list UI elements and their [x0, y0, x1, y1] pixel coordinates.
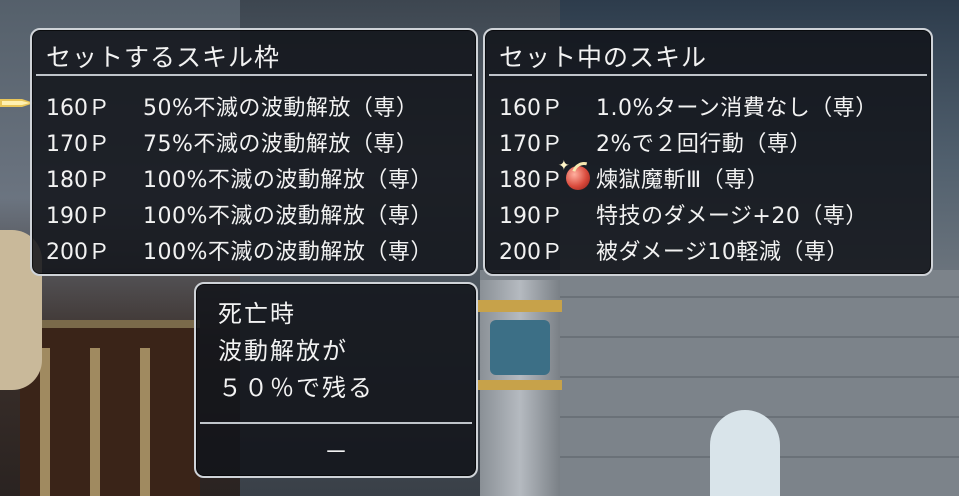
red-orb-icon [566, 166, 590, 190]
description-text: 死亡時 波動解放が ５０％で残る [218, 296, 374, 407]
background-gold-trim [478, 380, 562, 390]
skill-points: 190Ｐ [499, 204, 563, 229]
skill-points: 190Ｐ [46, 204, 110, 229]
skill-name: 50%不滅の波動解放（専） [143, 96, 419, 121]
skill-points: 180Ｐ [46, 168, 110, 193]
skill-points: 160Ｐ [499, 96, 563, 121]
skill-points: 170Ｐ [499, 132, 563, 157]
selection-cursor-icon [0, 99, 34, 107]
current-skill-row: 200Ｐ 被ダメージ10軽減（専） [499, 232, 878, 268]
panel-title: セットするスキル枠 [46, 43, 281, 72]
skill-name: 100%不滅の波動解放（専） [143, 240, 433, 265]
current-skill-row: 180Ｐ ✦ 煉獄魔斬Ⅲ（専） [499, 158, 878, 196]
divider [200, 422, 472, 424]
skill-points: 160Ｐ [46, 96, 110, 121]
description-line: 波動解放が [218, 337, 348, 365]
skill-slot-list-panel: セットするスキル枠 160Ｐ 50%不滅の波動解放（専） 170Ｐ 75%不滅の… [30, 28, 478, 276]
skill-points: 170Ｐ [46, 132, 110, 157]
skill-name: 煉獄魔斬Ⅲ（専） [596, 168, 770, 193]
skill-slot-row[interactable]: 200Ｐ 100%不滅の波動解放（専） [46, 232, 433, 268]
current-skill-list: 160Ｐ 1.0%ターン消費なし（専） 170Ｐ 2%で２回行動（専） 180Ｐ… [499, 88, 878, 268]
current-skills-panel: セット中のスキル 160Ｐ 1.0%ターン消費なし（専） 170Ｐ 2%で２回行… [483, 28, 933, 276]
divider [489, 74, 927, 76]
skill-slot-list: 160Ｐ 50%不滅の波動解放（専） 170Ｐ 75%不滅の波動解放（専） 18… [46, 88, 433, 268]
background-ornament [490, 320, 550, 375]
description-line: 死亡時 [218, 300, 296, 328]
description-line: ５０％で残る [218, 374, 374, 402]
description-footer: － [324, 438, 348, 466]
current-skill-row: 190Ｐ 特技のダメージ+20（専） [499, 196, 878, 232]
skill-slot-row[interactable]: 160Ｐ 50%不滅の波動解放（専） [46, 88, 433, 124]
skill-name: 100%不滅の波動解放（専） [143, 168, 433, 193]
panel-title: セット中のスキル [499, 43, 708, 72]
skill-name: 特技のダメージ+20（専） [596, 204, 868, 229]
skill-name: 被ダメージ10軽減（専） [596, 240, 849, 265]
current-skill-row: 170Ｐ 2%で２回行動（専） [499, 124, 878, 160]
skill-slot-row[interactable]: 170Ｐ 75%不滅の波動解放（専） [46, 124, 433, 160]
skill-name: 100%不滅の波動解放（専） [143, 204, 433, 229]
current-skill-row: 160Ｐ 1.0%ターン消費なし（専） [499, 88, 878, 124]
divider [36, 74, 472, 76]
background-door [20, 320, 200, 496]
skill-name: 1.0%ターン消費なし（専） [596, 96, 878, 121]
skill-name: 75%不滅の波動解放（専） [143, 132, 419, 157]
background-window-arch [710, 410, 780, 496]
skill-points: 200Ｐ [46, 240, 110, 265]
skill-points: 200Ｐ [499, 240, 563, 265]
skill-name: 2%で２回行動（専） [596, 132, 812, 157]
background-gold-trim [478, 300, 562, 312]
skill-slot-row[interactable]: 180Ｐ 100%不滅の波動解放（専） [46, 160, 433, 196]
skill-slot-row[interactable]: 190Ｐ 100%不滅の波動解放（専） [46, 196, 433, 232]
skill-description-panel: 死亡時 波動解放が ５０％で残る － [194, 282, 478, 478]
